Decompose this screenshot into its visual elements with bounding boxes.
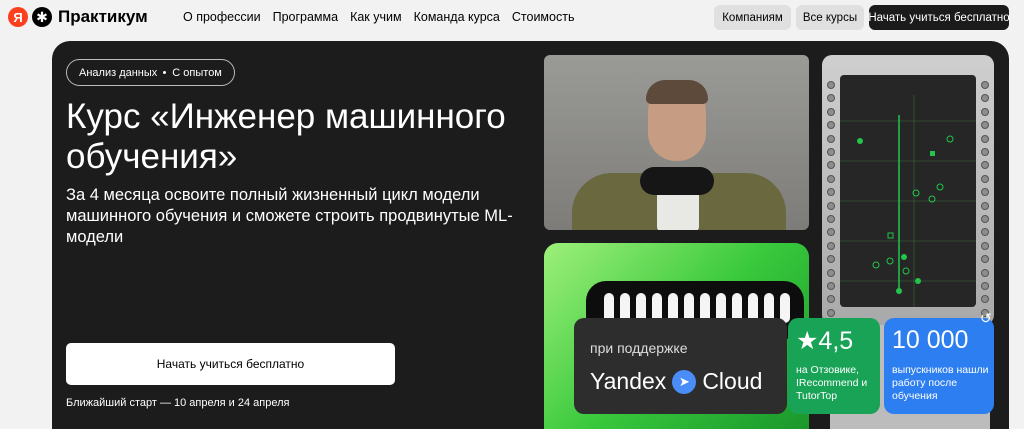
machine-bolt xyxy=(827,241,835,250)
nav-item-how-we-teach[interactable]: Как учим xyxy=(350,10,402,24)
machine-bolt xyxy=(827,201,835,210)
nav-item-price[interactable]: Стоимость xyxy=(512,10,575,24)
logo-text: Практикум xyxy=(58,7,148,26)
machine-bolt xyxy=(981,134,989,143)
machine-bolt xyxy=(827,268,835,277)
companies-button[interactable]: Компаниям xyxy=(714,5,791,30)
machine-bolt xyxy=(981,161,989,170)
machine-bolt xyxy=(827,134,835,143)
machine-screen xyxy=(840,75,976,307)
yandex-logo-icon: Я xyxy=(8,7,28,27)
cloud-support-label: при поддержке xyxy=(590,340,688,356)
graduates-description: выпускников нашли работу после обучения xyxy=(892,364,989,402)
machine-bolt xyxy=(981,255,989,264)
reload-icon[interactable]: ↺ xyxy=(980,310,992,327)
main-nav: О профессии Программа Как учим Команда к… xyxy=(183,10,574,24)
machine-bolt xyxy=(981,107,989,116)
tag-category: Анализ данных xyxy=(79,66,158,79)
machine-bolt xyxy=(827,174,835,183)
tag-separator xyxy=(163,71,167,74)
nav-item-team[interactable]: Команда курса xyxy=(414,10,500,24)
photo-hair xyxy=(646,80,708,104)
machine-bolt xyxy=(827,228,835,237)
nearest-start-text: Ближайший старт — 10 апреля и 24 апреля xyxy=(66,397,290,409)
yandex-cloud-logo: Yandex ➤ Cloud xyxy=(590,368,762,395)
site-header: Я ✱ Практикум О профессии Программа Как … xyxy=(0,0,1024,36)
machine-bolt xyxy=(981,81,989,89)
tag-level: С опытом xyxy=(172,66,222,79)
praktikum-star-icon: ✱ xyxy=(32,7,52,27)
machine-bolt xyxy=(827,148,835,156)
headphones-icon xyxy=(640,167,714,195)
machine-bolt xyxy=(827,282,835,290)
cloud-brand-yandex: Yandex xyxy=(590,368,667,394)
header-start-button[interactable]: Начать учиться бесплатно xyxy=(868,5,1010,30)
machine-bolt xyxy=(981,201,989,210)
machine-bolt xyxy=(981,215,989,223)
machine-bolt xyxy=(981,188,989,197)
graduates-value: 10 000 xyxy=(892,326,969,354)
machine-bolt xyxy=(981,295,989,304)
machine-bolt xyxy=(981,228,989,237)
machine-bolt xyxy=(827,107,835,116)
machine-bolt xyxy=(827,215,835,223)
course-tag: Анализ данных С опытом xyxy=(66,59,235,86)
yandex-cloud-card: при поддержке Yandex ➤ Cloud xyxy=(574,318,787,414)
all-courses-button[interactable]: Все курсы xyxy=(796,5,864,30)
student-photo xyxy=(544,55,809,230)
rating-card: ★4,5 на Отзовике, IRecommend и TutorTop xyxy=(788,318,880,414)
cloud-brand-cloud: Cloud xyxy=(702,368,763,394)
machine-bolt xyxy=(827,188,835,197)
rating-value: ★4,5 xyxy=(796,327,854,355)
machine-bolt xyxy=(827,295,835,304)
scatter-graphic xyxy=(840,95,976,307)
hero-section: Анализ данных С опытом Курс «Инженер маш… xyxy=(52,41,1009,429)
hero-subtitle: За 4 месяца освоите полный жизненный цик… xyxy=(66,186,513,246)
machine-bolt xyxy=(981,241,989,250)
graduates-card: 10 000 выпускников нашли работу после об… xyxy=(884,318,994,414)
machine-bolt xyxy=(981,282,989,290)
machine-bolt xyxy=(827,255,835,264)
machine-bolt xyxy=(981,94,989,103)
machine-bolt xyxy=(827,308,835,317)
start-free-button[interactable]: Начать учиться бесплатно xyxy=(66,343,395,385)
machine-bolt xyxy=(981,148,989,156)
nav-item-program[interactable]: Программа xyxy=(273,10,339,24)
machine-bolt xyxy=(827,94,835,103)
nav-item-profession[interactable]: О профессии xyxy=(183,10,261,24)
machine-bolt xyxy=(827,81,835,89)
machine-bolt xyxy=(827,161,835,170)
machine-bolt xyxy=(827,121,835,130)
page-title: Курс «Инженер машинного обучения» xyxy=(66,97,506,176)
scatter-machine-illustration xyxy=(822,55,994,325)
machine-bolt xyxy=(981,121,989,130)
rating-description: на Отзовике, IRecommend и TutorTop xyxy=(796,364,868,402)
logo[interactable]: Я ✱ Практикум xyxy=(8,7,148,27)
compass-icon: ➤ xyxy=(672,369,697,394)
machine-bolt xyxy=(981,174,989,183)
machine-bolt xyxy=(981,268,989,277)
